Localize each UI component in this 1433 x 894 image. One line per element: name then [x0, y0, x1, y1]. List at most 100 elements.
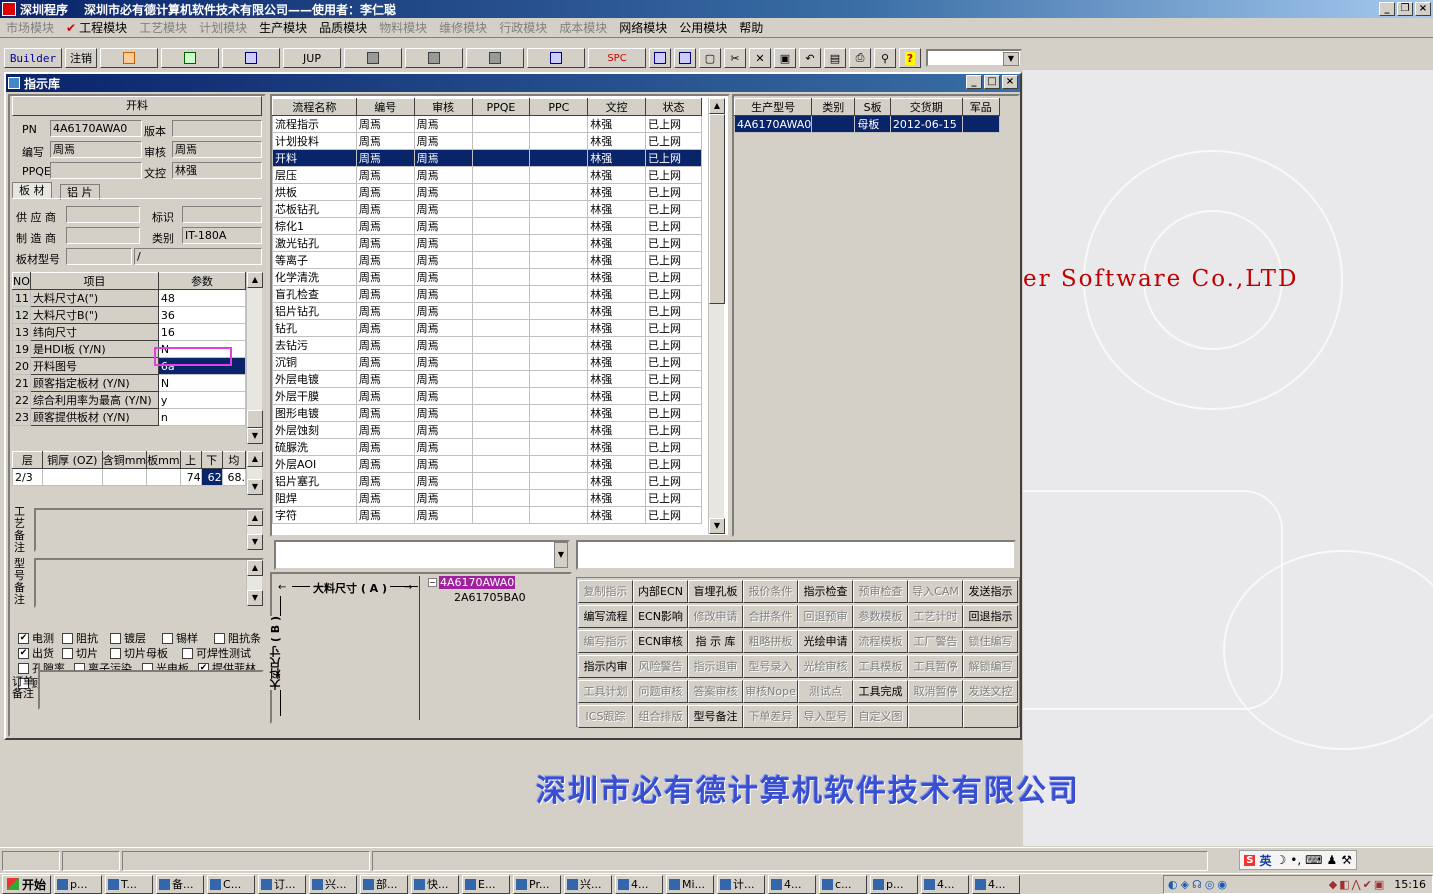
- flow-header[interactable]: 流程名称: [272, 98, 357, 116]
- category-field[interactable]: IT-180A: [182, 227, 262, 244]
- toolbar-select[interactable]: [926, 49, 1022, 67]
- action-button-20[interactable]: 光绘申请: [798, 630, 853, 653]
- action-button-36[interactable]: 测试点: [798, 680, 853, 703]
- menu-item-5[interactable]: 品质模块: [313, 19, 373, 36]
- minimize-button[interactable]: _: [1379, 2, 1395, 16]
- tree-root-label[interactable]: 4A6170AWA0: [439, 576, 516, 589]
- print-button[interactable]: ⎙: [849, 48, 871, 68]
- checkbox-4[interactable]: 阻抗条: [214, 630, 261, 646]
- ime-toolbar[interactable]: S 英 ☽ •, ⌨ ♟ ⚒: [1239, 850, 1357, 870]
- action-button-35[interactable]: 审核Nope: [743, 680, 798, 703]
- models-header[interactable]: 交货期: [889, 98, 963, 116]
- action-button-44[interactable]: 导入型号: [798, 705, 853, 728]
- task-item[interactable]: T...: [105, 874, 154, 894]
- start-button[interactable]: 开始: [2, 874, 52, 894]
- task-item[interactable]: 4...: [972, 874, 1021, 894]
- flow-header[interactable]: PPQE: [471, 98, 531, 116]
- action-button-0[interactable]: 复制指示: [578, 580, 633, 603]
- layer-cell[interactable]: 68.: [221, 468, 247, 486]
- model-field[interactable]: [66, 248, 132, 265]
- flow-row[interactable]: 层压 周焉 周焉 林强 已上网: [272, 166, 702, 184]
- task-item[interactable]: 计...: [717, 874, 766, 894]
- punctuation-icon[interactable]: •,: [1290, 853, 1301, 867]
- param-value[interactable]: n: [157, 408, 247, 426]
- action-button-41[interactable]: 组合排版: [633, 705, 688, 728]
- flow-header[interactable]: PPC: [529, 98, 589, 116]
- action-button-42[interactable]: 型号备注: [688, 705, 743, 728]
- ime-language[interactable]: 英: [1259, 852, 1271, 869]
- action-button-12[interactable]: 回退预审: [798, 605, 853, 628]
- save-button[interactable]: ▣: [774, 48, 796, 68]
- layer-header[interactable]: 下: [200, 451, 223, 469]
- task-item[interactable]: c...: [819, 874, 868, 894]
- search-combo[interactable]: ▼: [274, 540, 570, 570]
- action-button-1[interactable]: 内部ECN: [633, 580, 688, 603]
- action-button-28[interactable]: 光绘审核: [798, 655, 853, 678]
- tree-child[interactable]: 2A61705BA0: [454, 591, 526, 604]
- new-button[interactable]: ▢: [699, 48, 721, 68]
- checkbox-box[interactable]: [182, 647, 193, 659]
- task-item[interactable]: Pr...: [513, 874, 562, 894]
- action-button-17[interactable]: ECN审核: [633, 630, 688, 653]
- task-item[interactable]: 4...: [921, 874, 970, 894]
- action-button-30[interactable]: 工具暂停: [908, 655, 963, 678]
- models-header[interactable]: S板: [854, 98, 891, 116]
- layer-cell[interactable]: [41, 468, 103, 486]
- jup-button[interactable]: JUP: [283, 48, 341, 68]
- logout-button[interactable]: 注销: [65, 48, 97, 68]
- flow-row[interactable]: 棕化1 周焉 周焉 林强 已上网: [272, 217, 702, 235]
- menu-item-7[interactable]: 维修模块: [433, 19, 493, 36]
- quicklaunch-icons[interactable]: ◐◈☊◎◉: [1164, 878, 1230, 891]
- flow-row[interactable]: 沉铜 周焉 周焉 林强 已上网: [272, 353, 702, 371]
- task-item[interactable]: 快...: [411, 874, 460, 894]
- review-field[interactable]: 周焉: [172, 141, 262, 158]
- models-row[interactable]: 4A6170AWA0 母板 2012-06-15: [733, 115, 1001, 133]
- action-button-3[interactable]: 报价条件: [743, 580, 798, 603]
- cut-button[interactable]: ✂: [724, 48, 746, 68]
- flow-row[interactable]: 外层蚀刻 周焉 周焉 林强 已上网: [272, 421, 702, 439]
- task-item[interactable]: C...: [207, 874, 256, 894]
- restore-button[interactable]: ❐: [1397, 2, 1413, 16]
- calc-button[interactable]: [649, 48, 671, 68]
- checkbox-3[interactable]: 锡样: [162, 630, 198, 646]
- flow-row[interactable]: 字符 周焉 周焉 林强 已上网: [272, 506, 702, 524]
- flow-row[interactable]: 外层干膜 周焉 周焉 林强 已上网: [272, 387, 702, 405]
- param-row[interactable]: 22 综合利用率为最高 (Y/N) y: [12, 391, 247, 409]
- param-value[interactable]: N: [157, 374, 247, 392]
- moon-icon[interactable]: ☽: [1275, 853, 1286, 867]
- flow-row[interactable]: 盲孔检查 周焉 周焉 林强 已上网: [272, 285, 702, 303]
- action-button-39[interactable]: 发送文控: [963, 680, 1018, 703]
- excel-button[interactable]: [161, 48, 219, 68]
- checkbox-8[interactable]: 可焊性测试: [182, 645, 251, 661]
- checkbox-box[interactable]: [162, 632, 173, 644]
- checkbox-6[interactable]: 切片: [62, 645, 98, 661]
- action-button-25[interactable]: 风险警告: [633, 655, 688, 678]
- flow-row[interactable]: 硫脲洗 周焉 周焉 林强 已上网: [272, 438, 702, 456]
- model-note-field[interactable]: ▲ ▼: [34, 558, 264, 608]
- checkbox-7[interactable]: 切片母板: [110, 645, 168, 661]
- flow-row[interactable]: 铝片塞孔 周焉 周焉 林强 已上网: [272, 472, 702, 490]
- task-item[interactable]: 4...: [615, 874, 664, 894]
- param-row[interactable]: 12 大料尺寸B(") 36: [12, 306, 247, 324]
- action-button-18[interactable]: 指 示 库: [688, 630, 743, 653]
- menu-item-12[interactable]: 帮助: [733, 19, 769, 36]
- layer-header[interactable]: 板mm: [146, 451, 181, 469]
- close-button[interactable]: ×: [1415, 2, 1431, 16]
- flow-row[interactable]: 等离子 周焉 周焉 林强 已上网: [272, 251, 702, 269]
- checkbox-box[interactable]: ✔: [18, 632, 29, 644]
- action-button-31[interactable]: 解锁编写: [963, 655, 1018, 678]
- checkbox-5[interactable]: ✔ 出货: [18, 645, 54, 661]
- checkbox-box[interactable]: [62, 632, 73, 644]
- flow-row[interactable]: 化学清洗 周焉 周焉 林强 已上网: [272, 268, 702, 286]
- powerpoint-button[interactable]: [100, 48, 158, 68]
- models-header[interactable]: 军品: [961, 98, 1001, 116]
- supplier-field[interactable]: [66, 206, 140, 223]
- checkbox-box[interactable]: [214, 632, 225, 644]
- task-item[interactable]: Mi...: [666, 874, 715, 894]
- action-button-46[interactable]: [908, 705, 963, 728]
- doc-field[interactable]: 林强: [172, 162, 262, 179]
- flow-row[interactable]: 激光钻孔 周焉 周焉 林强 已上网: [272, 234, 702, 252]
- action-button-14[interactable]: 工艺计时: [908, 605, 963, 628]
- action-button-32[interactable]: 工具计划: [578, 680, 633, 703]
- checkbox-1[interactable]: 阻抗: [62, 630, 98, 646]
